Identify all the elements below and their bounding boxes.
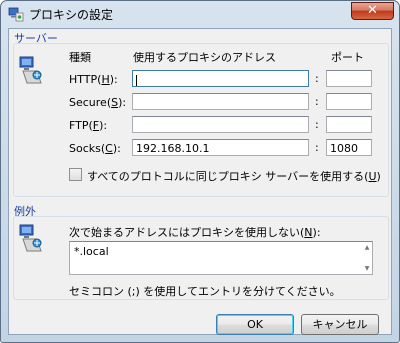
window-title: プロキシの設定 — [29, 8, 114, 22]
scroll-down-icon[interactable]: ▼ — [363, 265, 371, 272]
close-button[interactable]: ✕ — [351, 2, 394, 20]
ok-button[interactable]: OK — [216, 314, 294, 335]
title-bar[interactable]: プロキシの設定 ✕ — [1, 1, 399, 27]
network-icon — [19, 224, 42, 252]
socks-colon: : — [315, 141, 319, 154]
ftp-colon: : — [315, 118, 319, 131]
type-header: 種類 — [69, 51, 91, 64]
port-header: ポート — [331, 51, 364, 64]
proxy-settings-dialog: プロキシの設定 ✕ サーバー 種類 使用するプロキシのアドレス ポート HTTP… — [0, 0, 400, 343]
exceptions-hint: セミコロン (;) を使用してエントリを分けてください。 — [69, 285, 341, 298]
socks-address-input[interactable]: 192.168.10.1 — [132, 139, 309, 156]
http-colon: : — [315, 72, 319, 85]
scroll-up-icon[interactable]: ▲ — [363, 244, 371, 251]
exceptions-value: *.local — [74, 245, 109, 258]
http-port-input[interactable] — [326, 70, 372, 87]
same-proxy-label[interactable]: すべてのプロトコルに同じプロキシ サーバーを使用する(U) — [87, 168, 381, 184]
address-header: 使用するプロキシのアドレス — [133, 51, 276, 64]
network-icon — [19, 56, 42, 84]
socks-label: Socks(C): — [69, 142, 121, 155]
text-caret — [136, 74, 137, 86]
ftp-port-input[interactable] — [326, 116, 372, 133]
socks-port-input[interactable]: 1080 — [326, 139, 372, 156]
http-label: HTTP(H): — [69, 73, 118, 86]
http-address-input[interactable] — [132, 70, 309, 87]
secure-port-input[interactable] — [326, 93, 372, 110]
cancel-button[interactable]: キャンセル — [301, 314, 379, 335]
exceptions-description: 次で始まるアドレスにはプロキシを使用しない(N): — [69, 226, 321, 239]
secure-label: Secure(S): — [69, 96, 127, 109]
network-settings-icon — [8, 7, 24, 22]
ftp-address-input[interactable] — [132, 116, 309, 133]
exceptions-scrollbar[interactable]: ▲ ▼ — [362, 242, 372, 274]
same-proxy-checkbox[interactable] — [69, 168, 82, 181]
exceptions-textarea[interactable]: *.local ▲ ▼ — [69, 241, 373, 275]
secure-colon: : — [315, 95, 319, 108]
dialog-body: サーバー 種類 使用するプロキシのアドレス ポート HTTP(H): : Sec… — [8, 28, 392, 335]
secure-address-input[interactable] — [132, 93, 309, 110]
ftp-label: FTP(F): — [69, 119, 108, 132]
close-icon: ✕ — [367, 3, 378, 18]
